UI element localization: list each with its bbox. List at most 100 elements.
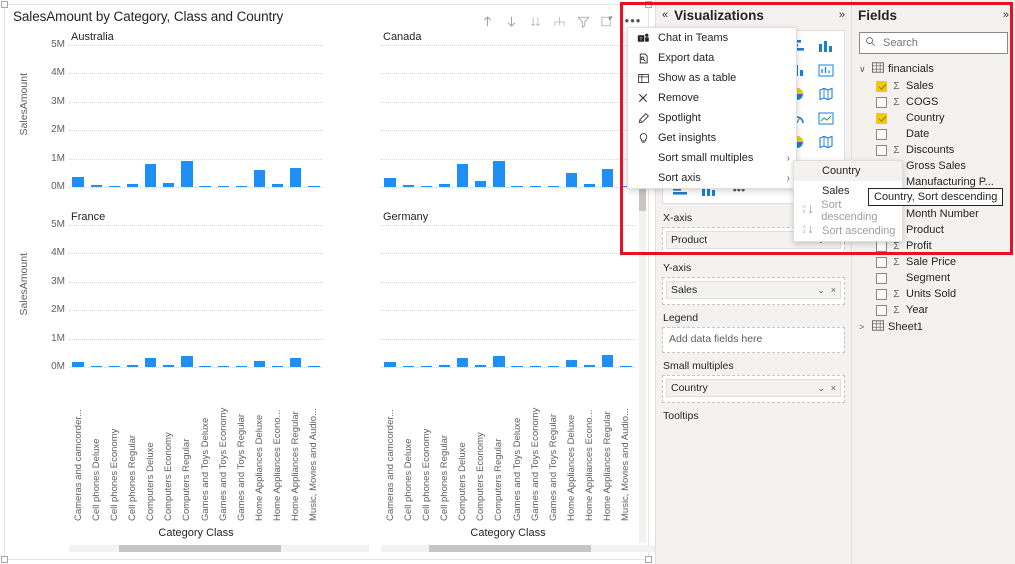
bar[interactable] — [181, 356, 193, 367]
filter-icon[interactable] — [576, 14, 591, 29]
bar[interactable] — [584, 184, 596, 187]
bar[interactable] — [235, 185, 247, 187]
well-drop-target[interactable]: Add data fields here — [662, 327, 845, 353]
ribbon-chart-icon[interactable] — [813, 60, 840, 80]
bar[interactable] — [529, 365, 541, 367]
well-field-chip[interactable]: Sales ⌄ × — [666, 281, 841, 299]
field-checkbox[interactable] — [876, 112, 887, 124]
field-item[interactable]: ΣSegment — [852, 270, 1015, 286]
bar[interactable] — [308, 365, 320, 367]
bar[interactable] — [547, 185, 559, 187]
bar[interactable] — [217, 185, 229, 187]
bar[interactable] — [163, 364, 175, 367]
field-checkbox[interactable] — [876, 80, 887, 92]
bar[interactable] — [290, 168, 302, 187]
bar[interactable] — [565, 359, 578, 367]
bar[interactable] — [126, 183, 139, 187]
well-drop-target[interactable]: Country ⌄ × — [662, 375, 845, 403]
resize-handle-bottom-left[interactable] — [1, 556, 8, 563]
bar[interactable] — [72, 362, 84, 367]
bar[interactable] — [72, 177, 84, 187]
submenu-item-country[interactable]: Country — [794, 161, 902, 181]
bar[interactable] — [457, 164, 469, 187]
visual-header-toolbar[interactable]: ••• — [480, 13, 642, 29]
menu-item-get-insights[interactable]: Get insights — [628, 128, 796, 148]
resize-handle-top-right[interactable] — [645, 1, 652, 8]
bar[interactable] — [290, 357, 302, 367]
chevron-down-icon[interactable]: ⌄ — [817, 383, 825, 394]
focus-mode-icon[interactable] — [600, 14, 615, 29]
bar[interactable] — [126, 365, 139, 367]
bar[interactable] — [90, 365, 102, 367]
field-item[interactable]: Σ Year — [852, 302, 1015, 318]
field-checkbox[interactable] — [876, 304, 887, 316]
menu-item-export-data[interactable]: Export data — [628, 48, 796, 68]
field-checkbox[interactable] — [876, 272, 887, 284]
bar[interactable] — [384, 361, 396, 367]
x-axis-scrollbar-panel-right[interactable] — [381, 545, 681, 552]
report-canvas[interactable]: SalesAmount by Category, Class and Count… — [0, 0, 681, 564]
treemap-icon[interactable] — [813, 84, 840, 104]
field-checkbox[interactable] — [876, 240, 887, 252]
well-drop-target[interactable]: Sales ⌄ × — [662, 277, 845, 305]
menu-item-show-as-a-table[interactable]: Show as a table — [628, 68, 796, 88]
bar[interactable] — [108, 365, 120, 367]
100-stacked-column-icon[interactable] — [813, 36, 840, 56]
visual-context-menu[interactable]: T Chat in Teams Export data Show as a table… — [627, 27, 797, 189]
fields-search[interactable] — [859, 32, 1008, 54]
bar[interactable] — [253, 361, 266, 367]
bar[interactable] — [511, 185, 523, 187]
scroll-thumb[interactable] — [429, 545, 591, 552]
bar[interactable] — [199, 365, 211, 367]
field-checkbox[interactable] — [876, 288, 887, 300]
bar[interactable] — [217, 365, 229, 367]
expand-caret-icon[interactable]: > — [859, 322, 868, 332]
drill-up-icon[interactable] — [480, 14, 495, 29]
bar[interactable] — [565, 172, 578, 187]
field-checkbox[interactable] — [876, 96, 887, 108]
bar[interactable] — [402, 185, 414, 187]
expand-right-icon[interactable]: » — [839, 9, 845, 21]
bar[interactable] — [145, 357, 157, 367]
field-table-financials[interactable]: ∨ financials — [852, 60, 1015, 78]
resize-handle-bottom-right[interactable] — [645, 556, 652, 563]
expand-caret-icon[interactable]: ∨ — [859, 64, 868, 75]
bar[interactable] — [493, 160, 505, 187]
menu-item-chat-in-teams[interactable]: T Chat in Teams — [628, 28, 796, 48]
bar[interactable] — [181, 160, 193, 187]
bar[interactable] — [584, 365, 596, 367]
bar[interactable] — [384, 177, 396, 187]
well-field-chip[interactable]: Country ⌄ × — [666, 379, 841, 397]
field-item[interactable]: Σ COGS — [852, 94, 1015, 110]
field-checkbox[interactable] — [876, 256, 887, 268]
bar[interactable] — [253, 170, 266, 187]
search-input[interactable] — [881, 36, 1002, 50]
field-item[interactable]: ΣDate — [852, 126, 1015, 142]
bar[interactable] — [272, 365, 284, 367]
remove-field-icon[interactable]: × — [831, 285, 836, 296]
field-item[interactable]: Σ Discounts — [852, 142, 1015, 158]
menu-item-sort-small-multiples[interactable]: Sort small multiples › — [628, 148, 796, 168]
bar[interactable] — [529, 185, 541, 187]
remove-field-icon[interactable]: × — [831, 383, 836, 394]
r-script-visual-icon[interactable] — [813, 132, 840, 152]
bar[interactable] — [475, 180, 487, 187]
field-item[interactable]: Σ Units Sold — [852, 286, 1015, 302]
field-item[interactable]: ΣCountry — [852, 110, 1015, 126]
bar[interactable] — [493, 355, 505, 367]
bar[interactable] — [108, 185, 120, 187]
bar[interactable] — [402, 365, 414, 367]
bar[interactable] — [308, 185, 320, 187]
bar[interactable] — [90, 185, 102, 187]
bar[interactable] — [602, 169, 614, 187]
bar[interactable] — [145, 163, 157, 187]
menu-item-remove[interactable]: Remove — [628, 88, 796, 108]
bar[interactable] — [163, 182, 175, 187]
field-item[interactable]: Σ Sales — [852, 78, 1015, 94]
resize-handle-top-left[interactable] — [1, 1, 8, 8]
bar[interactable] — [511, 365, 523, 367]
bar[interactable] — [620, 365, 632, 367]
bar[interactable] — [602, 355, 614, 367]
x-axis-scrollbar-panel-left[interactable] — [69, 545, 369, 552]
bar[interactable] — [272, 184, 284, 187]
